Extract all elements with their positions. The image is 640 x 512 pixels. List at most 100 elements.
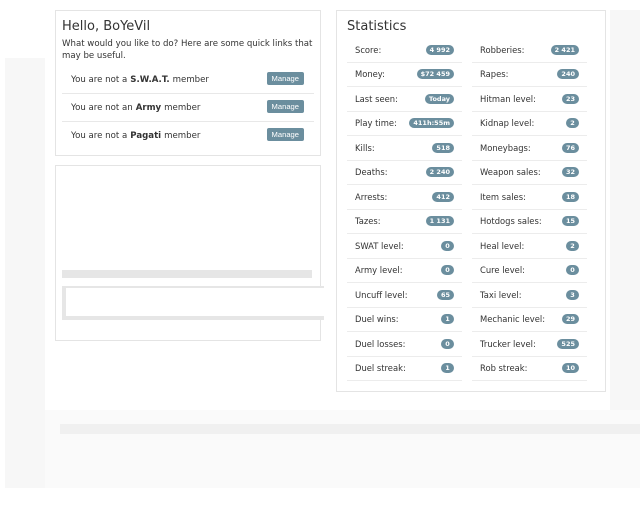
stat-row: Cure level: 0 bbox=[472, 259, 587, 283]
stat-label: Hotdogs sales: bbox=[480, 216, 542, 227]
stat-label: Tazes: bbox=[355, 216, 381, 227]
stat-row: Army level: 0 bbox=[347, 259, 462, 283]
stat-row: Item sales: 18 bbox=[472, 185, 587, 210]
stat-label: Play time: bbox=[355, 118, 397, 129]
background-left-shape bbox=[5, 58, 45, 488]
welcome-intro: What would you like to do? Here are some… bbox=[62, 39, 313, 61]
statistics-left-column: Score: 4 992 Money: $72 459 Last seen: Today P… bbox=[347, 38, 462, 381]
stat-value-badge: Today bbox=[424, 93, 454, 104]
stat-row: Play time: 411h:55m bbox=[347, 112, 462, 136]
membership-group: Pagati bbox=[130, 130, 162, 141]
stat-value-badge: 411h:55m bbox=[409, 118, 454, 129]
stat-label: Kills: bbox=[355, 142, 375, 153]
stat-label: Hitman level: bbox=[480, 93, 536, 104]
membership-suffix: member bbox=[164, 102, 201, 113]
stat-value-badge: 0 bbox=[566, 265, 579, 276]
stat-label: Uncuff level: bbox=[355, 289, 408, 300]
stat-label: Duel wins: bbox=[355, 314, 399, 325]
stat-label: Duel losses: bbox=[355, 338, 406, 349]
membership-prefix: You are not a bbox=[71, 74, 128, 85]
stat-label: Rapes: bbox=[480, 69, 509, 80]
footer-bar bbox=[60, 424, 640, 434]
stat-row: Duel losses: 0 bbox=[347, 332, 462, 357]
stat-value-badge: $72 459 bbox=[416, 69, 454, 80]
stat-row: Kidnap level: 2 bbox=[472, 112, 587, 136]
stat-row: Rob streak: 10 bbox=[472, 357, 587, 381]
stat-row: Score: 4 992 bbox=[347, 38, 462, 63]
stat-row: Duel streak: 1 bbox=[347, 357, 462, 381]
membership-prefix: You are not an bbox=[71, 102, 133, 113]
stat-value-badge: 0 bbox=[441, 338, 454, 349]
empty-panel bbox=[55, 165, 324, 341]
placeholder-box bbox=[62, 286, 324, 320]
stat-value-badge: 10 bbox=[561, 363, 579, 374]
membership-prefix: You are not a bbox=[71, 130, 128, 141]
statistics-title: Statistics bbox=[347, 19, 407, 34]
stat-value-badge: 4 992 bbox=[425, 44, 454, 55]
stat-value-badge: 32 bbox=[561, 167, 579, 178]
stat-row: Hotdogs sales: 15 bbox=[472, 210, 587, 234]
stat-label: Last seen: bbox=[355, 93, 398, 104]
stat-row: Weapon sales: 32 bbox=[472, 161, 587, 185]
stat-value-badge: 23 bbox=[561, 93, 579, 104]
stat-value-badge: 2 240 bbox=[425, 167, 454, 178]
stat-value-badge: 76 bbox=[561, 142, 579, 153]
stat-value-badge: 0 bbox=[441, 240, 454, 251]
stat-value-badge: 29 bbox=[561, 314, 579, 325]
membership-suffix: member bbox=[172, 74, 209, 85]
stat-row: Kills: 518 bbox=[347, 136, 462, 161]
stat-row: Rapes: 240 bbox=[472, 63, 587, 87]
stat-row: Money: $72 459 bbox=[347, 63, 462, 87]
stat-row: Heal level: 2 bbox=[472, 234, 587, 259]
stat-value-badge: 2 bbox=[566, 240, 579, 251]
stat-value-badge: 15 bbox=[561, 216, 579, 227]
stat-row: Deaths: 2 240 bbox=[347, 161, 462, 185]
stat-label: Arrests: bbox=[355, 191, 388, 202]
manage-swat-button[interactable]: Manage bbox=[266, 72, 304, 85]
stat-label: Cure level: bbox=[480, 265, 525, 276]
membership-group: Army bbox=[135, 102, 162, 113]
manage-army-button[interactable]: Manage bbox=[266, 100, 304, 113]
stat-label: Weapon sales: bbox=[480, 167, 541, 178]
membership-suffix: member bbox=[164, 130, 201, 141]
stat-row: Uncuff level: 65 bbox=[347, 283, 462, 308]
stat-label: Mechanic level: bbox=[480, 314, 546, 325]
membership-group: S.W.A.T. bbox=[130, 74, 170, 85]
background-bottom-shape bbox=[45, 410, 640, 488]
stat-value-badge: 1 bbox=[441, 314, 454, 325]
stat-value-badge: 65 bbox=[436, 289, 454, 300]
stat-label: Rob streak: bbox=[480, 363, 528, 374]
stat-value-badge: 1 bbox=[441, 363, 454, 374]
stat-row: Trucker level: 525 bbox=[472, 332, 587, 357]
stat-label: Kidnap level: bbox=[480, 118, 535, 129]
stat-row: Moneybags: 76 bbox=[472, 136, 587, 161]
membership-row-swat: You are not a S.W.A.T. member Manage bbox=[62, 66, 314, 93]
membership-row-pagati: You are not a Pagati member Manage bbox=[62, 121, 314, 149]
stat-value-badge: 412 bbox=[432, 191, 454, 202]
stat-label: Taxi level: bbox=[480, 289, 522, 300]
stat-value-badge: 2 421 bbox=[550, 44, 579, 55]
stat-row: Duel wins: 1 bbox=[347, 308, 462, 332]
stat-row: Tazes: 1 131 bbox=[347, 210, 462, 234]
stat-row: Robberies: 2 421 bbox=[472, 38, 587, 63]
placeholder-bar bbox=[62, 270, 312, 278]
stat-label: Item sales: bbox=[480, 191, 526, 202]
stat-value-badge: 3 bbox=[566, 289, 579, 300]
stat-value-badge: 18 bbox=[561, 191, 579, 202]
stat-row: Hitman level: 23 bbox=[472, 87, 587, 112]
stat-row: Taxi level: 3 bbox=[472, 283, 587, 308]
stat-value-badge: 1 131 bbox=[425, 216, 454, 227]
stat-label: Army level: bbox=[355, 265, 403, 276]
background-right-shape bbox=[610, 10, 640, 410]
membership-row-army: You are not an Army member Manage bbox=[62, 93, 314, 121]
manage-pagati-button[interactable]: Manage bbox=[266, 128, 304, 141]
stat-label: Duel streak: bbox=[355, 363, 406, 374]
stat-label: Deaths: bbox=[355, 167, 388, 178]
stat-label: Moneybags: bbox=[480, 142, 531, 153]
stat-label: Heal level: bbox=[480, 240, 525, 251]
stat-row: Last seen: Today bbox=[347, 87, 462, 112]
stat-value-badge: 525 bbox=[557, 338, 579, 349]
stat-row: SWAT level: 0 bbox=[347, 234, 462, 259]
stat-row: Arrests: 412 bbox=[347, 185, 462, 210]
welcome-panel: Hello, BoYeVil What would you like to do… bbox=[55, 10, 321, 156]
